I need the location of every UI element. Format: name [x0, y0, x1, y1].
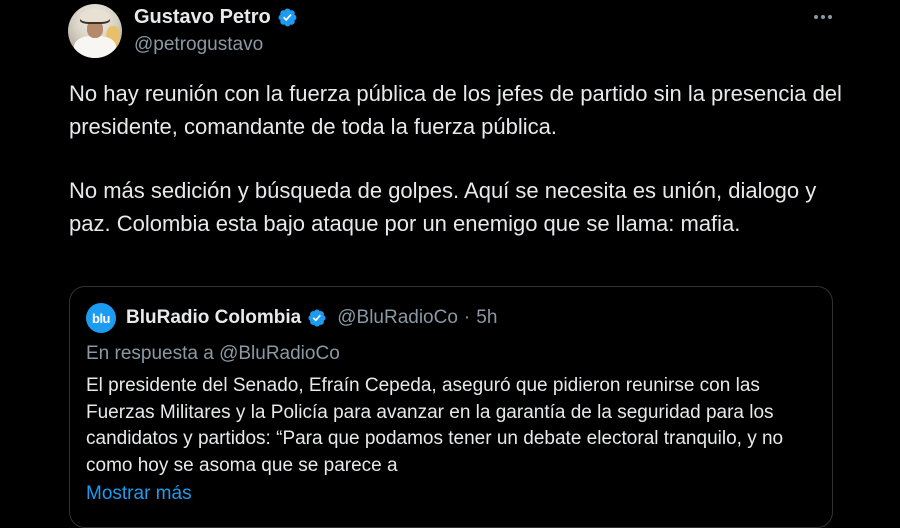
tweet-paragraph: No hay reunión con la fuerza pública de … [69, 81, 842, 139]
author-name-row: Gustavo Petro [134, 6, 298, 29]
verified-badge-icon [278, 8, 297, 27]
separator-dot: · [463, 307, 471, 328]
tweet-paragraph: No más sedición y búsqueda de golpes. Aq… [69, 178, 817, 236]
show-more-link[interactable]: Mostrar más [86, 483, 192, 505]
quoted-author-avatar: blu [86, 303, 116, 333]
quoted-tweet-header: blu BluRadio Colombia @BluRadioCo · 5h [86, 303, 497, 333]
quoted-tweet-card[interactable]: blu BluRadio Colombia @BluRadioCo · 5h E… [69, 286, 833, 528]
quoted-tweet-time: 5h [476, 307, 498, 328]
author-name[interactable]: Gustavo Petro [134, 6, 271, 29]
more-options-icon[interactable] [808, 4, 838, 30]
reply-context: En respuesta a @BluRadioCo [86, 343, 340, 364]
verified-badge-icon [308, 309, 326, 327]
quoted-tweet-body: El presidente del Senado, Efraín Cepeda,… [86, 375, 784, 476]
quoted-author-handle: @BluRadioCo [337, 307, 458, 328]
tweet-text: No hay reunión con la fuerza pública de … [69, 78, 849, 240]
tweet-header: Gustavo Petro @petrogustavo [68, 2, 900, 62]
author-avatar[interactable] [68, 4, 122, 58]
author-handle[interactable]: @petrogustavo [134, 34, 263, 56]
quoted-author-name: BluRadio Colombia [126, 307, 302, 328]
